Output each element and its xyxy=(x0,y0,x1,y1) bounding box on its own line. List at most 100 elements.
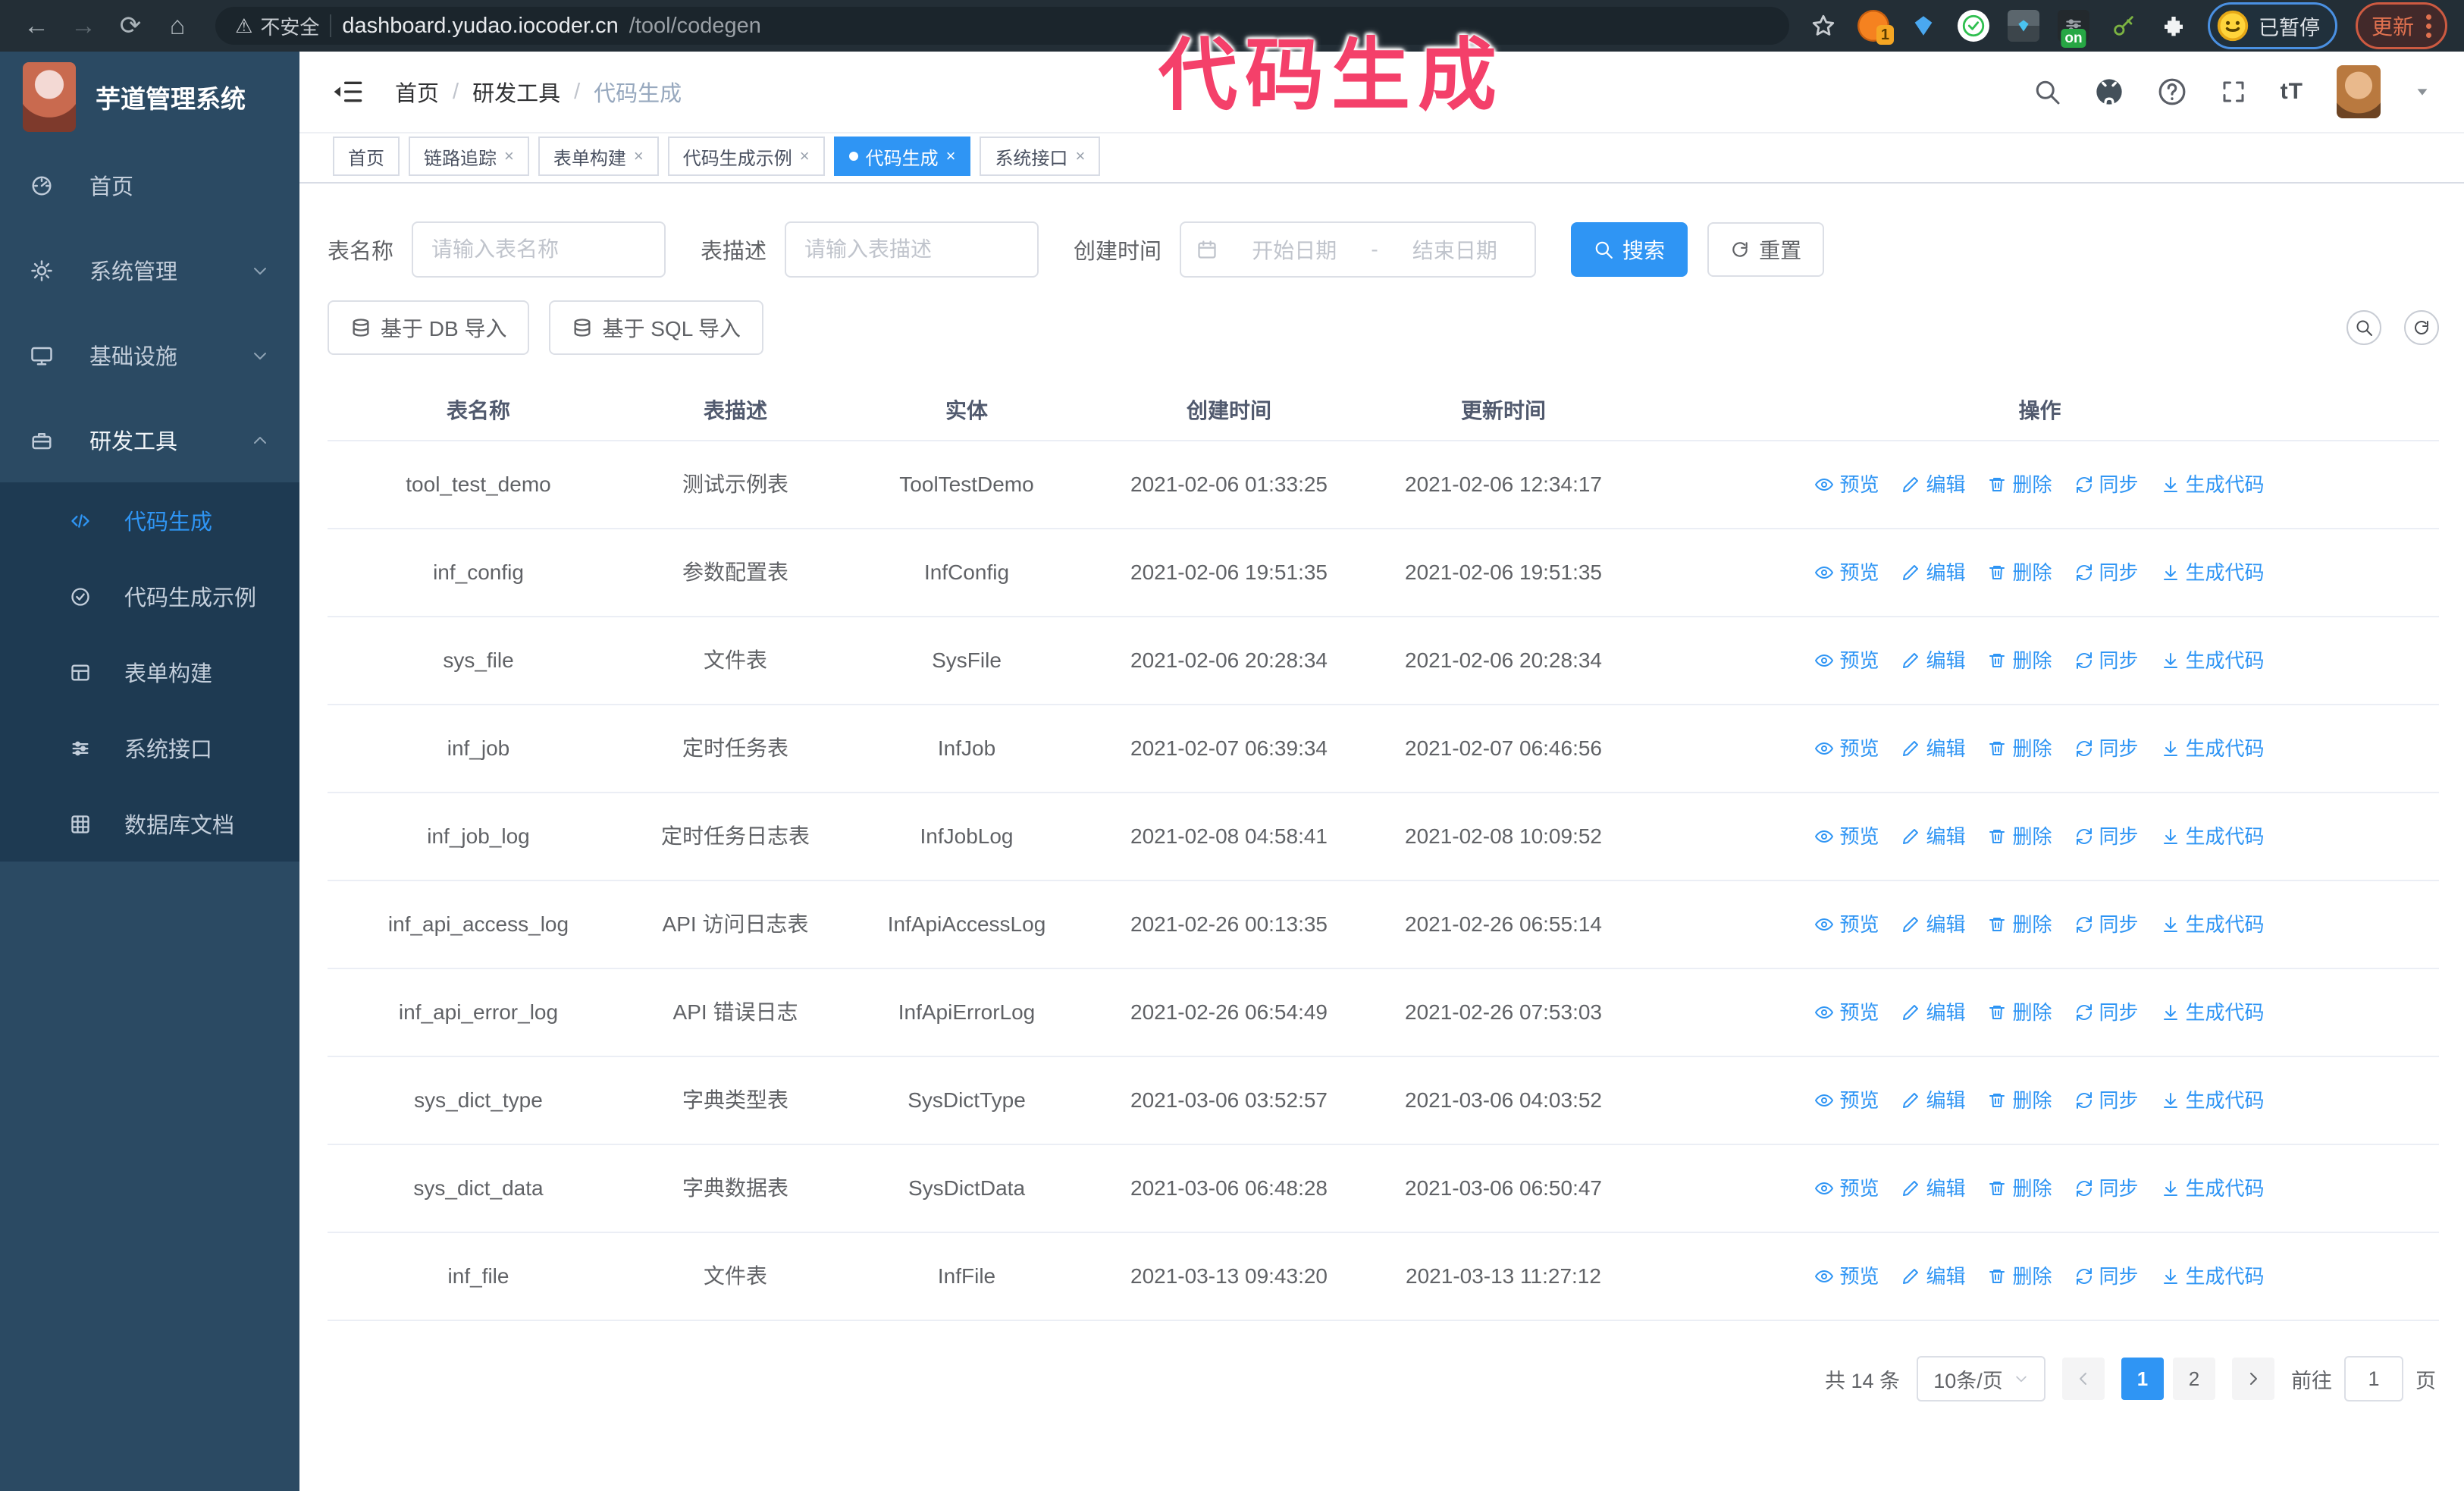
action-生成代码[interactable]: 生成代码 xyxy=(2161,1260,2265,1292)
action-编辑[interactable]: 编辑 xyxy=(1901,821,1965,852)
tab-代码生成示例[interactable]: 代码生成示例 × xyxy=(667,137,825,176)
action-同步[interactable]: 同步 xyxy=(2075,557,2139,589)
tab-close-icon[interactable]: × xyxy=(1075,146,1085,166)
profile-paused-pill[interactable]: 已暂停 xyxy=(2207,2,2337,49)
tab-链路追踪[interactable]: 链路追踪 × xyxy=(409,137,529,176)
action-删除[interactable]: 删除 xyxy=(1988,645,2052,676)
browser-home-icon[interactable]: ⌂ xyxy=(158,6,197,46)
action-删除[interactable]: 删除 xyxy=(1988,909,2052,940)
action-生成代码[interactable]: 生成代码 xyxy=(2161,1172,2265,1204)
action-同步[interactable]: 同步 xyxy=(2075,469,2139,501)
help-icon[interactable] xyxy=(2158,77,2187,106)
tab-close-icon[interactable]: × xyxy=(504,146,514,166)
action-预览[interactable]: 预览 xyxy=(1815,469,1879,501)
browser-menu-icon[interactable] xyxy=(2426,14,2431,38)
action-预览[interactable]: 预览 xyxy=(1815,821,1879,852)
menu-fold-icon[interactable] xyxy=(333,77,363,107)
table-desc-input[interactable] xyxy=(785,221,1039,278)
bookmark-star-icon[interactable] xyxy=(1807,10,1839,42)
sidebar-subitem-表单构建[interactable]: 表单构建 xyxy=(0,634,299,710)
extension-grid-icon[interactable] xyxy=(2007,10,2039,42)
action-删除[interactable]: 删除 xyxy=(1988,733,2052,764)
extensions-puzzle-icon[interactable] xyxy=(2158,10,2190,42)
update-button[interactable]: 更新 xyxy=(2355,2,2447,49)
extension-key-icon[interactable] xyxy=(2108,10,2140,42)
action-预览[interactable]: 预览 xyxy=(1815,909,1879,940)
action-预览[interactable]: 预览 xyxy=(1815,997,1879,1028)
action-生成代码[interactable]: 生成代码 xyxy=(2161,557,2265,589)
action-生成代码[interactable]: 生成代码 xyxy=(2161,821,2265,852)
not-secure-warning[interactable]: ⚠ 不安全 xyxy=(235,12,319,40)
action-预览[interactable]: 预览 xyxy=(1815,733,1879,764)
action-编辑[interactable]: 编辑 xyxy=(1901,909,1965,940)
action-编辑[interactable]: 编辑 xyxy=(1901,1260,1965,1292)
action-删除[interactable]: 删除 xyxy=(1988,469,2052,501)
action-编辑[interactable]: 编辑 xyxy=(1901,645,1965,676)
action-同步[interactable]: 同步 xyxy=(2075,909,2139,940)
header-search-icon[interactable] xyxy=(2033,78,2061,105)
import-db-button[interactable]: 基于 DB 导入 xyxy=(328,300,530,355)
action-编辑[interactable]: 编辑 xyxy=(1901,557,1965,589)
page-button-2[interactable]: 2 xyxy=(2173,1358,2215,1400)
prev-page-button[interactable] xyxy=(2062,1358,2105,1400)
search-button[interactable]: 搜索 xyxy=(1571,222,1688,277)
action-删除[interactable]: 删除 xyxy=(1988,997,2052,1028)
page-size-select[interactable]: 10条/页 xyxy=(1917,1356,2045,1402)
action-删除[interactable]: 删除 xyxy=(1988,557,2052,589)
import-sql-button[interactable]: 基于 SQL 导入 xyxy=(549,300,764,355)
action-生成代码[interactable]: 生成代码 xyxy=(2161,909,2265,940)
action-预览[interactable]: 预览 xyxy=(1815,557,1879,589)
action-生成代码[interactable]: 生成代码 xyxy=(2161,997,2265,1028)
browser-back-icon[interactable]: ← xyxy=(17,6,56,46)
action-预览[interactable]: 预览 xyxy=(1815,1172,1879,1204)
user-menu-caret-icon[interactable] xyxy=(2414,83,2431,100)
tab-close-icon[interactable]: × xyxy=(634,146,644,166)
action-预览[interactable]: 预览 xyxy=(1815,1085,1879,1116)
action-同步[interactable]: 同步 xyxy=(2075,821,2139,852)
font-size-icon[interactable]: tT xyxy=(2281,79,2303,105)
tab-代码生成[interactable]: 代码生成 × xyxy=(833,137,971,176)
action-生成代码[interactable]: 生成代码 xyxy=(2161,469,2265,501)
sidebar-subitem-代码生成[interactable]: 代码生成 xyxy=(0,482,299,558)
action-删除[interactable]: 删除 xyxy=(1988,1172,2052,1204)
browser-reload-icon[interactable]: ⟳ xyxy=(111,6,150,46)
action-生成代码[interactable]: 生成代码 xyxy=(2161,645,2265,676)
sidebar-item-首页[interactable]: 首页 xyxy=(0,143,299,228)
tab-表单构建[interactable]: 表单构建 × xyxy=(538,137,659,176)
action-删除[interactable]: 删除 xyxy=(1988,1260,2052,1292)
sidebar-subitem-系统接口[interactable]: 系统接口 xyxy=(0,710,299,786)
user-avatar[interactable] xyxy=(2337,65,2381,118)
action-删除[interactable]: 删除 xyxy=(1988,1085,2052,1116)
action-删除[interactable]: 删除 xyxy=(1988,821,2052,852)
address-bar[interactable]: ⚠ 不安全 dashboard.yudao.iocoder.cn/tool/co… xyxy=(215,7,1789,45)
action-预览[interactable]: 预览 xyxy=(1815,645,1879,676)
fullscreen-icon[interactable] xyxy=(2220,78,2247,105)
sidebar-item-系统管理[interactable]: 系统管理 xyxy=(0,228,299,312)
action-同步[interactable]: 同步 xyxy=(2075,1085,2139,1116)
action-编辑[interactable]: 编辑 xyxy=(1901,733,1965,764)
toggle-search-button[interactable] xyxy=(2346,310,2381,345)
goto-page-input[interactable] xyxy=(2344,1356,2403,1402)
date-range-picker[interactable]: 开始日期 - 结束日期 xyxy=(1180,221,1537,278)
refresh-table-button[interactable] xyxy=(2404,310,2439,345)
action-编辑[interactable]: 编辑 xyxy=(1901,1172,1965,1204)
tab-close-icon[interactable]: × xyxy=(946,146,956,166)
extension-gem-icon[interactable] xyxy=(1908,10,1939,42)
extension-dark-on-icon[interactable]: on xyxy=(2057,10,2089,48)
sidebar-subitem-数据库文档[interactable]: 数据库文档 xyxy=(0,786,299,862)
sidebar-subitem-代码生成示例[interactable]: 代码生成示例 xyxy=(0,558,299,634)
reset-button[interactable]: 重置 xyxy=(1707,222,1825,277)
action-生成代码[interactable]: 生成代码 xyxy=(2161,1085,2265,1116)
extension-orange-icon[interactable]: 1 xyxy=(1857,10,1894,45)
browser-forward-icon[interactable]: → xyxy=(64,6,103,46)
action-生成代码[interactable]: 生成代码 xyxy=(2161,733,2265,764)
page-button-1[interactable]: 1 xyxy=(2121,1358,2164,1400)
action-同步[interactable]: 同步 xyxy=(2075,1172,2139,1204)
breadcrumb-parent[interactable]: 研发工具 xyxy=(472,76,560,108)
tab-系统接口[interactable]: 系统接口 × xyxy=(980,137,1101,176)
sidebar-item-基础设施[interactable]: 基础设施 xyxy=(0,312,299,397)
sidebar-item-研发工具[interactable]: 研发工具 xyxy=(0,397,299,482)
action-预览[interactable]: 预览 xyxy=(1815,1260,1879,1292)
tab-首页[interactable]: 首页 xyxy=(333,137,400,176)
action-同步[interactable]: 同步 xyxy=(2075,997,2139,1028)
